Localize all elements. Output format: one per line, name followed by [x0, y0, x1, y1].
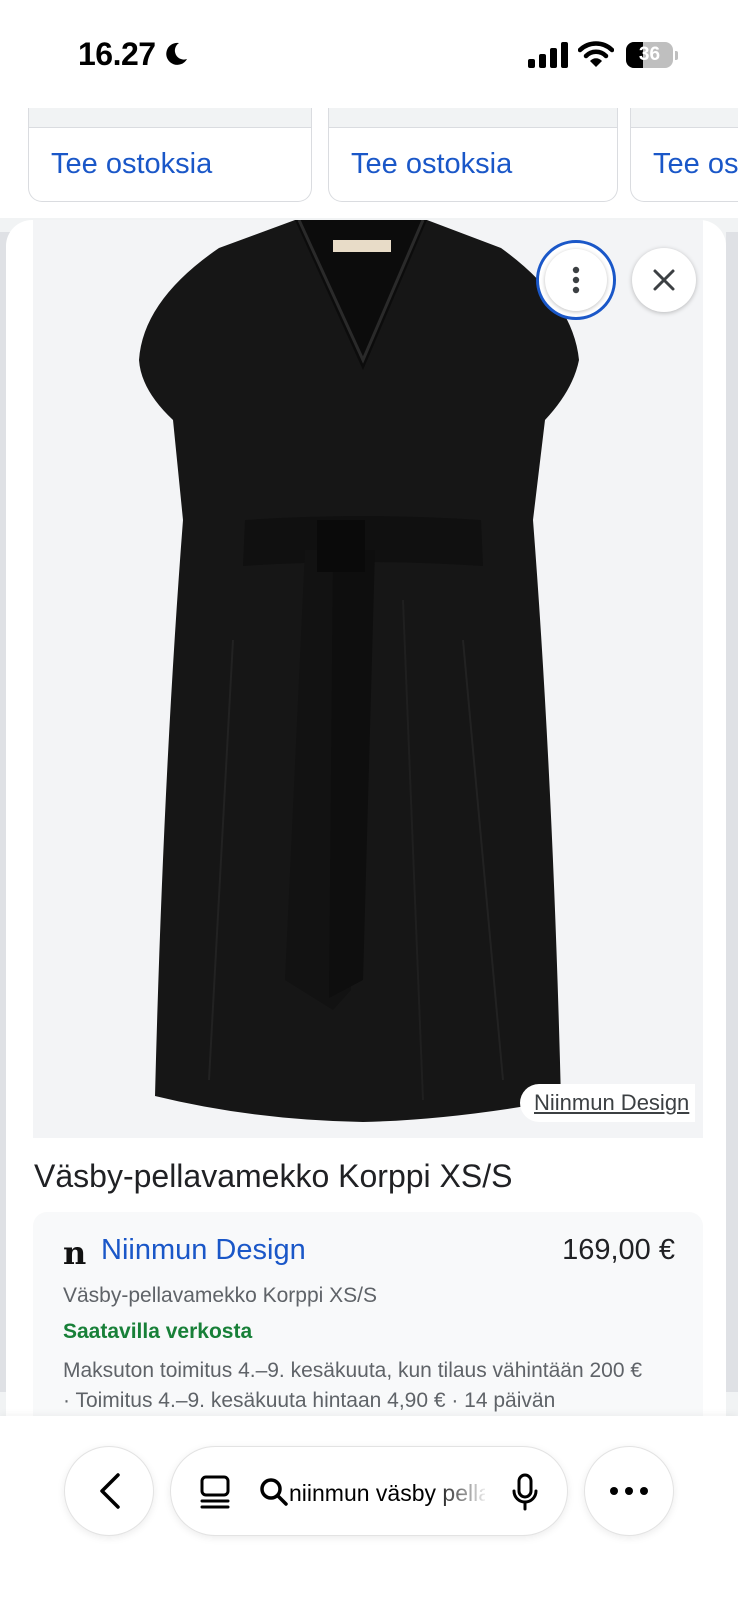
shop-card-image: [631, 108, 738, 128]
more-horiz-icon: [610, 1487, 648, 1495]
shop-card-label: Tee os: [653, 148, 738, 180]
image-source-link[interactable]: Niinmun Design: [520, 1084, 696, 1122]
shop-card-label: Tee ostoksia: [51, 148, 213, 180]
product-detail-sheet: Niinmun Design Väsby-pellavamekko Korppi…: [6, 220, 726, 1420]
status-time: 16.27: [78, 36, 156, 72]
address-search-bar[interactable]: niinmun väsby pellavamekko: [170, 1446, 568, 1536]
battery-icon: 36: [626, 42, 678, 68]
backdrop-edge: [726, 232, 738, 1392]
shop-card-image: [329, 108, 617, 128]
merchant-offer-card[interactable]: n Niinmun Design 169,00 € Väsby-pellavam…: [33, 1212, 703, 1420]
shop-card[interactable]: Tee os: [630, 108, 738, 202]
battery-level: 36: [638, 44, 661, 65]
shipping-info: Maksuton toimitus 4.–9. kesäkuuta, kun t…: [63, 1359, 643, 1420]
merchant-name-link[interactable]: Niinmun Design: [101, 1234, 306, 1267]
microphone-icon[interactable]: [511, 1473, 539, 1511]
product-image[interactable]: [33, 220, 703, 1138]
more-menu-button[interactable]: [584, 1446, 674, 1536]
shop-card-label: Tee ostoksia: [351, 148, 513, 180]
back-chevron-icon: [100, 1473, 120, 1509]
tabs-icon: [200, 1475, 230, 1509]
close-button[interactable]: [632, 248, 696, 312]
more-options-button[interactable]: [536, 240, 616, 320]
offer-price: 169,00 €: [562, 1234, 675, 1266]
shop-cards-strip: Tee ostoksia Tee ostoksia Tee os: [0, 108, 738, 218]
dress-illustration: [139, 220, 579, 1122]
shop-card[interactable]: Tee ostoksia: [28, 108, 312, 202]
bottom-toolbar: niinmun väsby pellavamekko: [0, 1416, 738, 1600]
product-title: Väsby-pellavamekko Korppi XS/S: [34, 1158, 513, 1194]
close-icon: [653, 269, 675, 291]
back-button[interactable]: [64, 1446, 154, 1536]
moon-icon: [166, 42, 187, 65]
cellular-signal-icon: [528, 42, 568, 68]
status-bar: 16.27 36: [0, 0, 738, 108]
shop-card[interactable]: Tee ostoksia: [328, 108, 618, 202]
shop-card-image: [29, 108, 311, 128]
availability-status: Saatavilla verkosta: [63, 1320, 253, 1343]
merchant-logo: n: [63, 1234, 87, 1272]
more-vert-icon: [572, 266, 580, 294]
wifi-icon: [578, 41, 614, 67]
offer-product-name: Väsby-pellavamekko Korppi XS/S: [63, 1284, 377, 1307]
search-icon: [260, 1478, 288, 1506]
